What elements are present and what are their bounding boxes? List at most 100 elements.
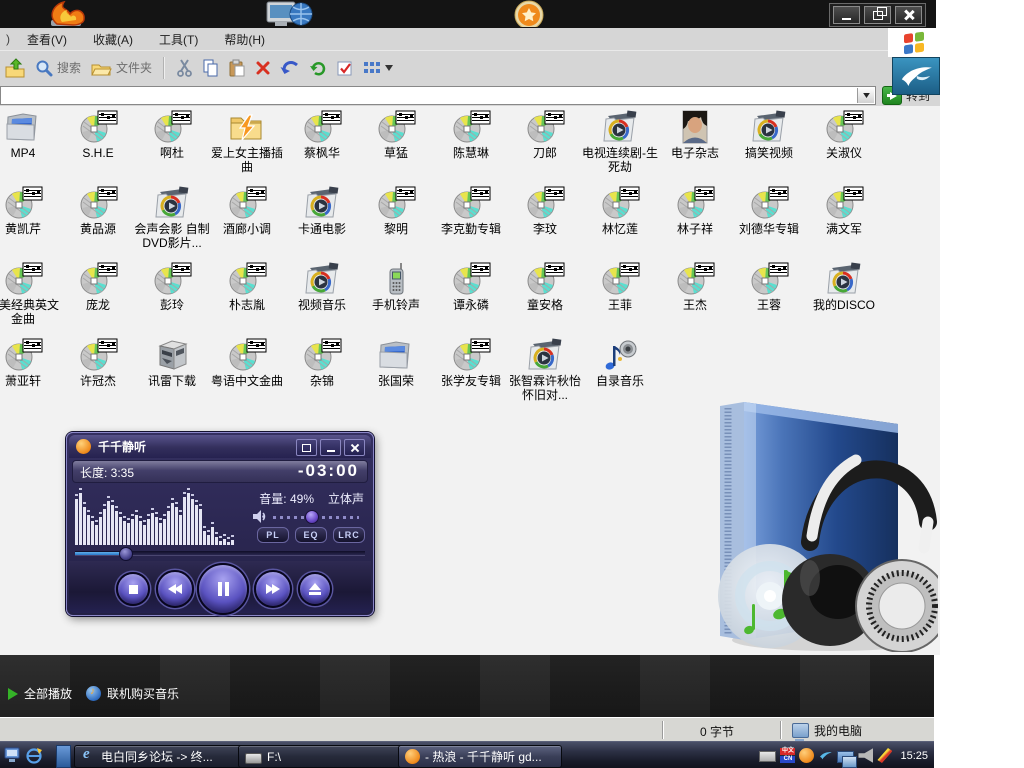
file-item[interactable]: 谭永磷 — [433, 260, 509, 312]
file-item[interactable]: 自录音乐 — [582, 336, 658, 388]
file-item[interactable]: 卡通电影 — [284, 184, 360, 236]
taskbar-button[interactable]: F:\ — [238, 745, 404, 768]
shop-music-button[interactable]: 联机购买音乐 — [86, 685, 179, 702]
file-item[interactable]: 手机铃声 — [358, 260, 434, 312]
thunder-flame-icon[interactable] — [45, 0, 91, 27]
file-item[interactable]: 许冠杰 — [60, 336, 136, 388]
taskbar-button[interactable]: 电白同乡论坛 -> 终... — [74, 745, 246, 768]
ie-quicklaunch-icon[interactable] — [26, 747, 43, 764]
file-item[interactable]: 黎明 — [358, 184, 434, 236]
file-item[interactable]: 陈慧琳 — [433, 108, 509, 160]
player-titlebar[interactable]: 千千静听 — [69, 435, 371, 458]
cut-button[interactable] — [176, 59, 193, 77]
file-item[interactable]: 刀郎 — [507, 108, 583, 160]
previous-button[interactable] — [156, 570, 194, 608]
volume-tray-icon[interactable] — [858, 748, 873, 763]
undo-icon — [280, 59, 300, 76]
file-item[interactable]: 会声会影 自制DVD影片... — [134, 184, 210, 250]
paste-button[interactable] — [229, 59, 246, 77]
swallow-tray-icon[interactable] — [818, 748, 833, 763]
refresh-button[interactable] — [309, 59, 327, 77]
swallow-toolbar-button[interactable] — [892, 57, 940, 95]
menu-item[interactable]: 帮助(H) — [211, 28, 278, 51]
file-item[interactable]: 王杰 — [657, 260, 733, 312]
file-item[interactable]: 电子杂志 — [657, 108, 733, 160]
file-item[interactable]: 林忆莲 — [582, 184, 658, 236]
menu-item[interactable]: 查看(V) — [14, 28, 80, 51]
file-item[interactable]: 王蓉 — [731, 260, 807, 312]
file-item[interactable]: 爱上女主播插曲 — [209, 108, 285, 174]
next-button[interactable] — [254, 570, 292, 608]
play-all-button[interactable]: 全部播放 — [8, 685, 72, 702]
search-button[interactable]: 搜索 — [35, 59, 81, 77]
file-item[interactable]: 庞龙 — [60, 260, 136, 312]
lyrics-button[interactable]: LRC — [333, 527, 365, 543]
file-item[interactable]: 刘德华专辑 — [731, 184, 807, 236]
ttplayer-desktop-icon[interactable] — [498, 0, 560, 27]
track-length: 长度: 3:35 — [80, 464, 134, 481]
file-item[interactable]: MP4 — [0, 108, 61, 160]
minimize-button[interactable] — [833, 6, 860, 24]
file-item[interactable]: 张学友专辑 — [433, 336, 509, 388]
playlist-button[interactable]: PL — [257, 527, 289, 543]
file-item[interactable]: 讯雷下载 — [134, 336, 210, 388]
file-item[interactable]: 蔡枫华 — [284, 108, 360, 160]
player-minimize-button[interactable] — [320, 439, 341, 456]
file-item[interactable]: 萧亚轩 — [0, 336, 61, 388]
ime-language-tray-icon[interactable]: 中文CN — [780, 748, 795, 763]
copy-button[interactable] — [202, 59, 220, 77]
views-button[interactable] — [363, 60, 393, 76]
quicklaunch-divider[interactable] — [56, 745, 71, 768]
pause-button[interactable] — [197, 563, 249, 615]
address-dropdown-button[interactable] — [857, 88, 874, 103]
file-item[interactable]: 童安格 — [507, 260, 583, 312]
file-item[interactable]: 张国荣 — [358, 336, 434, 388]
taskbar-button[interactable]: - 热浪 - 千千静听 gd... — [398, 745, 562, 768]
ttplayer-tray-icon[interactable] — [799, 748, 814, 763]
maximize-button[interactable] — [864, 6, 891, 24]
file-item[interactable]: 李玟 — [507, 184, 583, 236]
show-desktop-icon[interactable] — [4, 747, 21, 763]
progress-slider-thumb[interactable] — [119, 547, 133, 561]
ime-pen-tray-icon[interactable] — [877, 748, 892, 763]
my-computer-globe-icon[interactable] — [263, 0, 315, 27]
player-restore-button[interactable] — [296, 439, 317, 456]
eject-button[interactable] — [298, 572, 332, 606]
file-item[interactable]: 黄品源 — [60, 184, 136, 236]
sync-check-button[interactable] — [336, 59, 354, 77]
file-item[interactable]: S.H.E — [60, 108, 136, 160]
file-item[interactable]: 欧美经典英文金曲 — [0, 260, 61, 326]
player-close-button[interactable] — [344, 439, 365, 456]
keyboard-tray-icon[interactable] — [759, 751, 776, 762]
stop-button[interactable] — [116, 572, 150, 606]
file-item[interactable]: 李克勤专辑 — [433, 184, 509, 236]
file-item[interactable]: 酒廊小调 — [209, 184, 285, 236]
file-item[interactable]: 黄凯芹 — [0, 184, 61, 236]
menu-item[interactable]: 收藏(A) — [80, 28, 146, 51]
file-item[interactable]: 关淑仪 — [806, 108, 882, 160]
network-tray-icon[interactable] — [837, 751, 854, 763]
address-input[interactable] — [0, 86, 876, 105]
file-item[interactable]: 我的DISCO — [806, 260, 882, 312]
file-item[interactable]: 满文军 — [806, 184, 882, 236]
undo-button[interactable] — [280, 59, 300, 76]
file-item[interactable]: 杂锦 — [284, 336, 360, 388]
delete-button[interactable] — [255, 60, 271, 76]
file-item[interactable]: 林子祥 — [657, 184, 733, 236]
close-button[interactable] — [895, 6, 922, 24]
file-item[interactable]: 张智霖许秋怡怀旧对... — [507, 336, 583, 402]
folders-button[interactable]: 文件夹 — [90, 59, 152, 77]
file-item[interactable]: 视频音乐 — [284, 260, 360, 312]
file-item[interactable]: 搞笑视频 — [731, 108, 807, 160]
up-folder-button[interactable] — [4, 58, 26, 78]
file-item[interactable]: 粤语中文金曲 — [209, 336, 285, 388]
file-item[interactable]: 草猛 — [358, 108, 434, 160]
file-item[interactable]: 王菲 — [582, 260, 658, 312]
equalizer-button[interactable]: EQ — [295, 527, 327, 543]
file-item[interactable]: 彭玲 — [134, 260, 210, 312]
menu-item[interactable]: 工具(T) — [146, 28, 211, 51]
volume-slider-thumb[interactable] — [305, 510, 319, 524]
file-item[interactable]: 电视连续剧-生死劫 — [582, 108, 658, 174]
file-item[interactable]: 啊杜 — [134, 108, 210, 160]
file-item[interactable]: 朴志胤 — [209, 260, 285, 312]
